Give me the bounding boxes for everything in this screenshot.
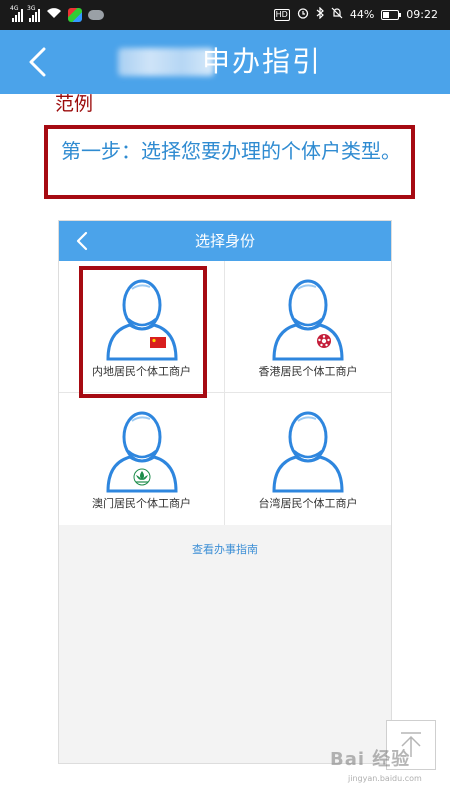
cell-signal-icon-2: 3G: [27, 5, 40, 22]
option-taiwan-resident[interactable]: 台湾居民个体工商户: [225, 393, 391, 525]
status-right: HD 44% 09:22: [273, 6, 438, 22]
option-hong-kong-resident[interactable]: 香港居民个体工商户: [225, 261, 391, 393]
clock: 09:22: [406, 8, 438, 21]
example-label: 范例: [55, 93, 94, 115]
cell-signal-icon: 4G: [10, 5, 23, 22]
china-flag-icon: [150, 337, 166, 348]
option-label: 台湾居民个体工商户: [258, 497, 358, 510]
status-left: 4G 3G: [10, 5, 104, 23]
view-guide-link[interactable]: 查看办事指南: [59, 543, 391, 557]
option-label: 澳门居民个体工商户: [92, 497, 191, 510]
watermark-logo: Bai 经验: [330, 749, 411, 770]
wifi-icon: [46, 7, 62, 23]
option-label: 香港居民个体工商户: [258, 365, 358, 378]
status-bar: 4G 3G HD 44% 09:22: [0, 0, 450, 30]
mute-icon: [331, 7, 343, 22]
person-icon: [106, 411, 178, 493]
card-header: 选择身份: [59, 221, 391, 261]
identity-options-grid: 内地居民个体工商户 香港居民个体工商户 澳门居民个体工商户 台湾居民个体工商户: [59, 261, 391, 525]
identity-selection-screenshot: 选择身份 内地居民个体工商户 香港居民个体工商户 澳门居民个体工商户 台湾居民个…: [58, 220, 392, 764]
card-title: 选择身份: [194, 232, 255, 250]
person-icon: [272, 279, 344, 361]
person-icon: [272, 411, 344, 493]
chevron-left-icon: [29, 47, 46, 77]
redacted-title-prefix: [118, 48, 214, 76]
step-annotation-box: 第一步：选择您要办理的个体户类型。: [44, 125, 415, 199]
network-type-label-2: 3G: [27, 5, 36, 12]
option-label: 内地居民个体工商户: [92, 365, 191, 378]
app-notification-icon: [68, 8, 82, 22]
app-header: 申办指引: [0, 30, 450, 94]
back-button[interactable]: [26, 47, 48, 77]
watermark-url: jingyan.baidu.com: [348, 774, 422, 783]
alarm-icon: [297, 7, 309, 22]
option-macau-resident[interactable]: 澳门居民个体工商户: [59, 393, 225, 525]
step-instruction: 第一步：选择您要办理的个体户类型。: [61, 139, 401, 163]
battery-icon: [381, 9, 402, 20]
option-mainland-resident[interactable]: 内地居民个体工商户: [59, 261, 225, 393]
person-icon: [106, 279, 178, 361]
hd-badge: HD: [273, 8, 290, 21]
bauhinia-icon: [317, 334, 331, 348]
lotus-icon: [133, 468, 151, 486]
battery-percent: 44%: [349, 8, 375, 21]
bluetooth-icon: [316, 6, 324, 22]
battery-fill: [383, 11, 390, 18]
cloud-icon: [88, 10, 104, 20]
network-type-label: 4G: [10, 5, 19, 12]
page-title: 申办指引: [202, 45, 323, 78]
